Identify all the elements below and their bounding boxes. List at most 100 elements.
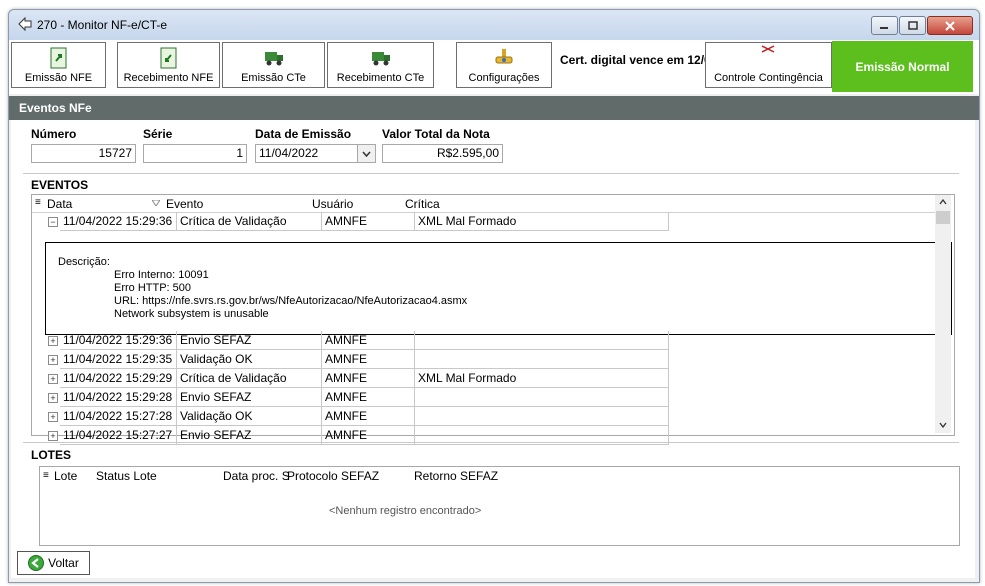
minimize-icon: [880, 27, 888, 29]
table-row[interactable]: + 11/04/2022 15:29:35 Validação OK AMNFE: [46, 350, 671, 369]
eventos-title: EVENTOS: [31, 178, 89, 192]
cell-evento: Envio SEFAZ: [177, 331, 322, 350]
close-button[interactable]: [927, 16, 973, 35]
recebimento-nfe-button[interactable]: Recebimento NFE: [117, 42, 220, 88]
cell-critica: [415, 350, 669, 369]
cell-usuario: AMNFE: [322, 388, 415, 407]
column-chooser-icon[interactable]: ≡: [43, 470, 49, 481]
cell-critica: XML Mal Formado: [415, 369, 669, 388]
valor-total-label: Valor Total da Nota: [382, 127, 490, 141]
numero-field[interactable]: 15727: [31, 144, 136, 163]
controle-contingencia-button[interactable]: Controle Contingência: [705, 42, 832, 88]
col-evento[interactable]: Evento: [166, 197, 203, 211]
cell-usuario: AMNFE: [322, 407, 415, 426]
col-lote[interactable]: Lote: [54, 469, 77, 483]
event-detail-panel: Descrição: Erro Interno: 10091 Erro HTTP…: [45, 242, 952, 335]
scrollbar-thumb[interactable]: [936, 211, 950, 224]
main-window: 270 - Monitor NF-e/CT-e Emissão NFE Rece…: [8, 9, 980, 583]
settings-icon: [495, 49, 513, 64]
section-title: Eventos NFe: [19, 101, 92, 115]
table-row[interactable]: + 11/04/2022 15:27:28 Validação OK AMNFE: [46, 407, 671, 426]
cell-data: 11/04/2022 15:29:36: [60, 331, 177, 350]
lotes-grid: ≡ Lote Status Lote Data proc. S Protocol…: [39, 466, 960, 546]
cell-critica: XML Mal Formado: [415, 212, 669, 231]
close-icon: [945, 20, 955, 31]
col-usuario[interactable]: Usuário: [312, 197, 353, 211]
eventos-grid-header: ≡ Data Evento Usuário Crítica: [32, 195, 937, 213]
valor-total-field[interactable]: R$2.595,00: [382, 144, 503, 163]
cell-evento: Crítica de Validação: [177, 369, 322, 388]
cell-usuario: AMNFE: [322, 212, 415, 231]
truck-icon: [371, 52, 390, 66]
cell-evento: Crítica de Validação: [177, 212, 322, 231]
collapse-icon[interactable]: −: [48, 217, 58, 227]
col-retorno[interactable]: Retorno SEFAZ: [414, 469, 498, 483]
scroll-up-icon[interactable]: [939, 199, 947, 205]
cell-critica: [415, 331, 669, 350]
expand-icon[interactable]: +: [48, 393, 58, 403]
sort-desc-icon: [152, 200, 160, 206]
cell-evento: Envio SEFAZ: [177, 388, 322, 407]
back-arrow-icon: [28, 555, 45, 571]
minimize-button[interactable]: [871, 16, 898, 35]
maximize-icon: [907, 21, 918, 30]
col-critica[interactable]: Crítica: [405, 197, 440, 211]
cell-usuario: AMNFE: [322, 350, 415, 369]
cell-data: 11/04/2022 15:29:36: [60, 212, 177, 231]
expand-icon[interactable]: +: [48, 355, 58, 365]
cell-critica: [415, 407, 669, 426]
maximize-button[interactable]: [899, 16, 926, 35]
cell-data: 11/04/2022 15:29:29: [60, 369, 177, 388]
emissao-cte-button[interactable]: Emissão CTe: [222, 42, 325, 88]
expand-icon[interactable]: +: [48, 412, 58, 422]
nfe-document-icon: [50, 47, 66, 69]
col-status-lote[interactable]: Status Lote: [96, 469, 157, 483]
content-panel: Número 15727 Série 1 Data de Emissão 11/…: [11, 120, 975, 578]
cell-data: 11/04/2022 15:27:28: [60, 407, 177, 426]
recebimento-cte-button[interactable]: Recebimento CTe: [327, 42, 434, 88]
col-protocolo[interactable]: Protocolo SEFAZ: [287, 469, 379, 483]
divider: [23, 173, 959, 174]
empty-message: <Nenhum registro encontrado>: [329, 505, 482, 517]
emissao-nfe-button[interactable]: Emissão NFE: [11, 42, 106, 88]
date-dropdown-button[interactable]: [357, 145, 375, 162]
emission-status-badge: Emissão Normal: [832, 41, 973, 92]
configuracoes-button[interactable]: Configurações: [456, 42, 552, 88]
detail-line: Network subsystem is unusable: [114, 308, 269, 320]
chevron-down-icon: [362, 151, 371, 157]
serie-label: Série: [143, 127, 173, 141]
col-data-proc[interactable]: Data proc. S: [223, 469, 290, 483]
detail-label: Descrição:: [58, 256, 110, 268]
table-row[interactable]: + 11/04/2022 15:29:36 Envio SEFAZ AMNFE: [46, 331, 671, 350]
eventos-scrollbar[interactable]: [935, 195, 951, 433]
cell-usuario: AMNFE: [322, 331, 415, 350]
detail-line: URL: https://nfe.svrs.rs.gov.br/ws/NfeAu…: [114, 295, 468, 307]
col-data[interactable]: Data: [47, 197, 72, 211]
serie-field[interactable]: 1: [143, 144, 247, 163]
cell-evento: Validação OK: [177, 407, 322, 426]
table-row[interactable]: + 11/04/2022 15:29:29 Crítica de Validaç…: [46, 369, 671, 388]
data-emissao-field[interactable]: 11/04/2022: [255, 144, 376, 163]
column-chooser-icon[interactable]: ≡: [35, 197, 41, 208]
expand-icon[interactable]: +: [48, 431, 58, 441]
table-row[interactable]: + 11/04/2022 15:29:28 Envio SEFAZ AMNFE: [46, 388, 671, 407]
divider: [23, 442, 959, 443]
truck-icon: [264, 52, 283, 66]
data-emissao-value: 11/04/2022: [259, 146, 319, 160]
app-icon: [18, 16, 32, 32]
title-bar: 270 - Monitor NF-e/CT-e: [9, 10, 979, 40]
detail-line: Erro Interno: 10091: [114, 269, 209, 281]
expand-icon[interactable]: +: [48, 374, 58, 384]
section-header: Eventos NFe: [9, 96, 979, 120]
scroll-down-icon[interactable]: [939, 422, 947, 428]
cell-data: 11/04/2022 15:29:28: [60, 388, 177, 407]
voltar-button[interactable]: Voltar: [17, 551, 90, 575]
contingency-icon: [761, 45, 775, 53]
cell-data: 11/04/2022 15:29:35: [60, 350, 177, 369]
data-emissao-label: Data de Emissão: [255, 127, 352, 141]
detail-line: Erro HTTP: 500: [114, 282, 192, 294]
cell-evento: Validação OK: [177, 350, 322, 369]
eventos-rows: + 11/04/2022 15:29:36 Envio SEFAZ AMNFE …: [46, 331, 671, 445]
table-row-expanded[interactable]: − 11/04/2022 15:29:36 Crítica de Validaç…: [46, 212, 671, 231]
expand-icon[interactable]: +: [48, 336, 58, 346]
